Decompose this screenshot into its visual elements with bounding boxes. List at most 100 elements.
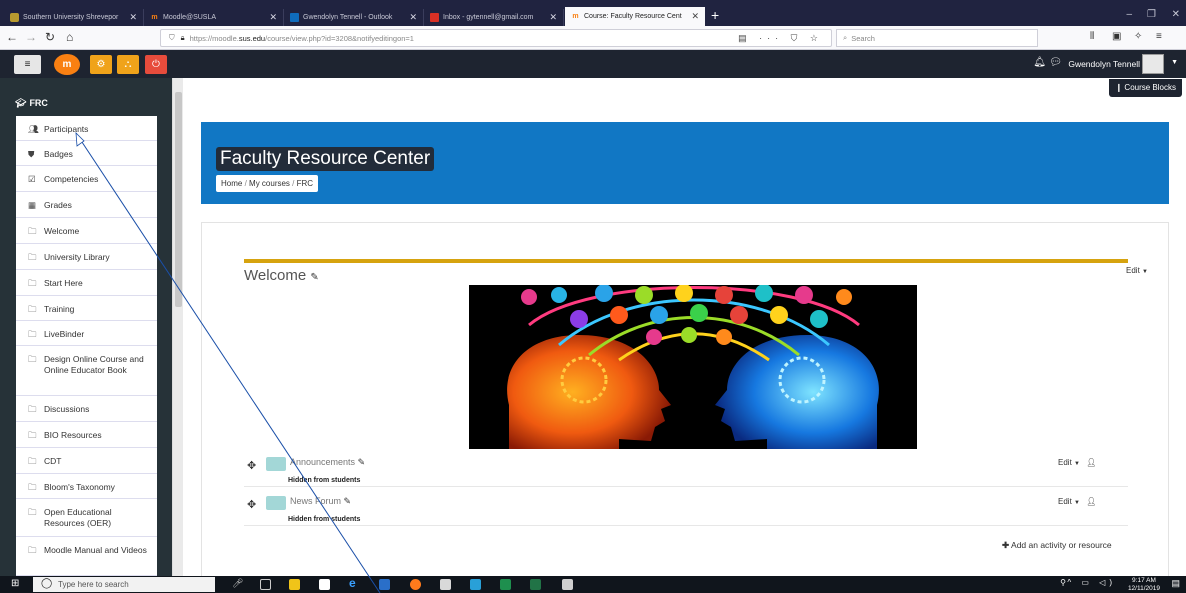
back-icon[interactable]: ← <box>6 30 18 44</box>
course-blocks-button[interactable]: ❙ Course Blocks <box>1109 79 1182 97</box>
sidebar-toggle-icon[interactable]: ▣ <box>1112 30 1121 44</box>
close-tab-icon[interactable]: ✕ <box>263 12 277 23</box>
pencil-icon[interactable]: ✎ <box>310 272 318 283</box>
maximize-icon[interactable]: ❐ <box>1147 9 1156 20</box>
activity-name[interactable]: Announcements ✎ <box>290 457 365 468</box>
minimize-icon[interactable]: – <box>1126 9 1132 20</box>
sidebar-item-badges[interactable]: ⛊ Badges <box>16 141 157 166</box>
hamburger-menu-button[interactable]: ≡ <box>14 55 41 74</box>
sidebar-item-university-library[interactable]: 🗀 University Library <box>16 244 157 270</box>
reload-icon[interactable]: ↻ <box>45 30 55 44</box>
browser-tab[interactable]: m Moodle@SUSLA ✕ <box>144 9 284 26</box>
activity-name[interactable]: News Forum ✎ <box>290 496 351 507</box>
gmail-favicon-icon <box>430 13 439 22</box>
sidebar-item-label: Discussions <box>44 404 90 414</box>
chevron-down-icon[interactable]: ▼ <box>1171 59 1178 66</box>
snipping-tool-icon[interactable] <box>440 579 451 590</box>
outlook-icon[interactable] <box>379 579 390 590</box>
browser-tab[interactable]: Inbox - gytennell@gmail.com ✕ <box>424 9 564 26</box>
file-explorer-icon[interactable] <box>289 579 300 590</box>
app-icon[interactable] <box>470 579 481 590</box>
section-title[interactable]: Welcome ✎ <box>244 267 319 284</box>
breadcrumb-home[interactable]: Home <box>221 179 242 188</box>
breadcrumb-my-courses[interactable]: My courses <box>249 179 290 188</box>
breadcrumb-current[interactable]: FRC <box>297 179 313 188</box>
moodle-logo[interactable]: m <box>54 54 80 75</box>
menu-icon[interactable]: ≡ <box>1156 30 1162 44</box>
sidebar-item-bio-resources[interactable]: 🗀 BIO Resources <box>16 422 157 448</box>
moodle-header: ≡ m ⚙ ⛬ ⏻ 🔔︎ 💬︎ Gwendolyn Tennell ▼ <box>0 50 1186 78</box>
home-icon[interactable]: ⌂ <box>66 30 73 44</box>
section-highlight-bar <box>244 259 1128 263</box>
move-icon[interactable]: ✥ <box>247 498 256 511</box>
search-bar[interactable]: ⌕ Search <box>836 29 1038 47</box>
move-icon[interactable]: ✥ <box>247 459 256 472</box>
sidebar-item-design-online-course[interactable]: 🗀 Design Online Course and Online Educat… <box>16 346 157 396</box>
microphone-icon[interactable]: 🎤︎ <box>232 578 243 589</box>
sidebar-item-discussions[interactable]: 🗀 Discussions <box>16 396 157 422</box>
sidebar-item-training[interactable]: 🗀 Training <box>16 296 157 321</box>
activity-edit-menu[interactable]: Edit ▼ 👤︎ <box>1058 458 1096 467</box>
avatar[interactable] <box>1142 54 1164 74</box>
taskbar-clock[interactable]: 9:17 AM 12/11/2019 <box>1128 577 1160 592</box>
add-activity-button[interactable]: ✚ Add an activity or resource <box>1002 540 1112 551</box>
sidebar-item-start-here[interactable]: 🗀 Start Here <box>16 270 157 296</box>
user-icon[interactable]: 👤︎ <box>1086 458 1096 467</box>
windows-start-icon[interactable]: ⊞ <box>11 578 19 589</box>
pencil-icon[interactable]: ✎ <box>344 496 352 506</box>
activity-edit-menu[interactable]: Edit ▼ 👤︎ <box>1058 497 1096 506</box>
page-actions-icon[interactable]: ▤ ··· ⛉ ☆ <box>738 33 823 44</box>
sidebar-item-cdt[interactable]: 🗀 CDT <box>16 448 157 474</box>
extension-icon[interactable]: ✧ <box>1134 30 1142 44</box>
bell-icon[interactable]: 🔔︎ <box>1033 57 1046 68</box>
sidebar-item-oer[interactable]: 🗀 Open Educational Resources (OER) <box>16 499 157 537</box>
activity-name-text: Announcements <box>290 457 356 467</box>
sidebar-item-livebinder[interactable]: 🗀 LiveBinder <box>16 321 157 346</box>
notifications-icon[interactable]: ▤ <box>1171 578 1180 589</box>
pencil-icon[interactable]: ✎ <box>358 457 366 467</box>
browser-tab[interactable]: Southern University Shrevepor ✕ <box>4 9 144 26</box>
sidebar-item-grades[interactable]: ▦ Grades <box>16 192 157 218</box>
power-icon[interactable]: ⏻ <box>145 55 167 74</box>
url-bar[interactable]: ⛉ 🔒︎ https://moodle. sus.edu/course/view.… <box>160 29 832 47</box>
sidebar-item-welcome[interactable]: 🗀 Welcome <box>16 218 157 244</box>
edge-icon[interactable]: e <box>349 576 360 590</box>
task-view-icon[interactable] <box>260 579 271 590</box>
taskbar-search-box[interactable]: ◯ Type here to search <box>33 577 215 592</box>
forward-icon[interactable]: → <box>25 30 37 44</box>
library-icon[interactable]: ⫴ <box>1090 30 1094 44</box>
close-tab-icon[interactable]: ✕ <box>685 11 699 22</box>
sidebar-course-name[interactable]: 🎓︎ FRC <box>15 98 48 109</box>
close-window-icon[interactable]: ✕ <box>1172 9 1180 20</box>
browser-tab[interactable]: Gwendolyn Tennell - Outlook ✕ <box>284 9 424 26</box>
sidebar-item-participants[interactable]: 👥︎ Participants <box>16 116 157 141</box>
excel-icon[interactable] <box>530 579 541 590</box>
close-tab-icon[interactable]: ✕ <box>403 12 417 23</box>
calculator-icon[interactable] <box>562 579 573 590</box>
graduation-cap-icon: 🎓︎ <box>15 98 27 108</box>
firefox-icon[interactable] <box>410 579 421 590</box>
close-tab-icon[interactable]: ✕ <box>123 12 137 23</box>
system-tray-icons[interactable]: ^ ▭ ◁) <box>1067 578 1116 587</box>
user-name[interactable]: Gwendolyn Tennell <box>1068 59 1140 69</box>
url-prefix: https://moodle. <box>189 33 239 43</box>
sidebar-item-moodle-manual[interactable]: 🗀 Moodle Manual and Videos <box>16 537 157 576</box>
hidden-status-label: Hidden from students <box>288 477 361 484</box>
people-icon[interactable]: ⚲ <box>1060 578 1066 587</box>
new-tab-icon[interactable]: + <box>711 8 719 22</box>
sidebar-item-label: Competencies <box>44 174 99 184</box>
message-icon[interactable]: 💬︎ <box>1049 57 1062 68</box>
sidebar-scrollbar[interactable] <box>172 78 183 576</box>
admin-button[interactable]: ⚙ <box>90 55 112 74</box>
sidebar-item-blooms-taxonomy[interactable]: 🗀 Bloom's Taxonomy <box>16 474 157 499</box>
browser-tab-active[interactable]: m Course: Faculty Resource Cent ✕ <box>565 7 705 26</box>
scrollbar-thumb[interactable] <box>175 92 182 307</box>
folder-icon: 🗀 <box>28 252 37 262</box>
sitemap-icon[interactable]: ⛬ <box>117 55 139 74</box>
project-icon[interactable] <box>500 579 511 590</box>
sidebar-item-competencies[interactable]: ☑ Competencies <box>16 166 157 192</box>
store-icon[interactable] <box>319 579 330 590</box>
section-edit-menu[interactable]: Edit ▼ <box>1126 266 1148 275</box>
close-tab-icon[interactable]: ✕ <box>543 12 557 23</box>
user-icon[interactable]: 👤︎ <box>1086 497 1096 506</box>
